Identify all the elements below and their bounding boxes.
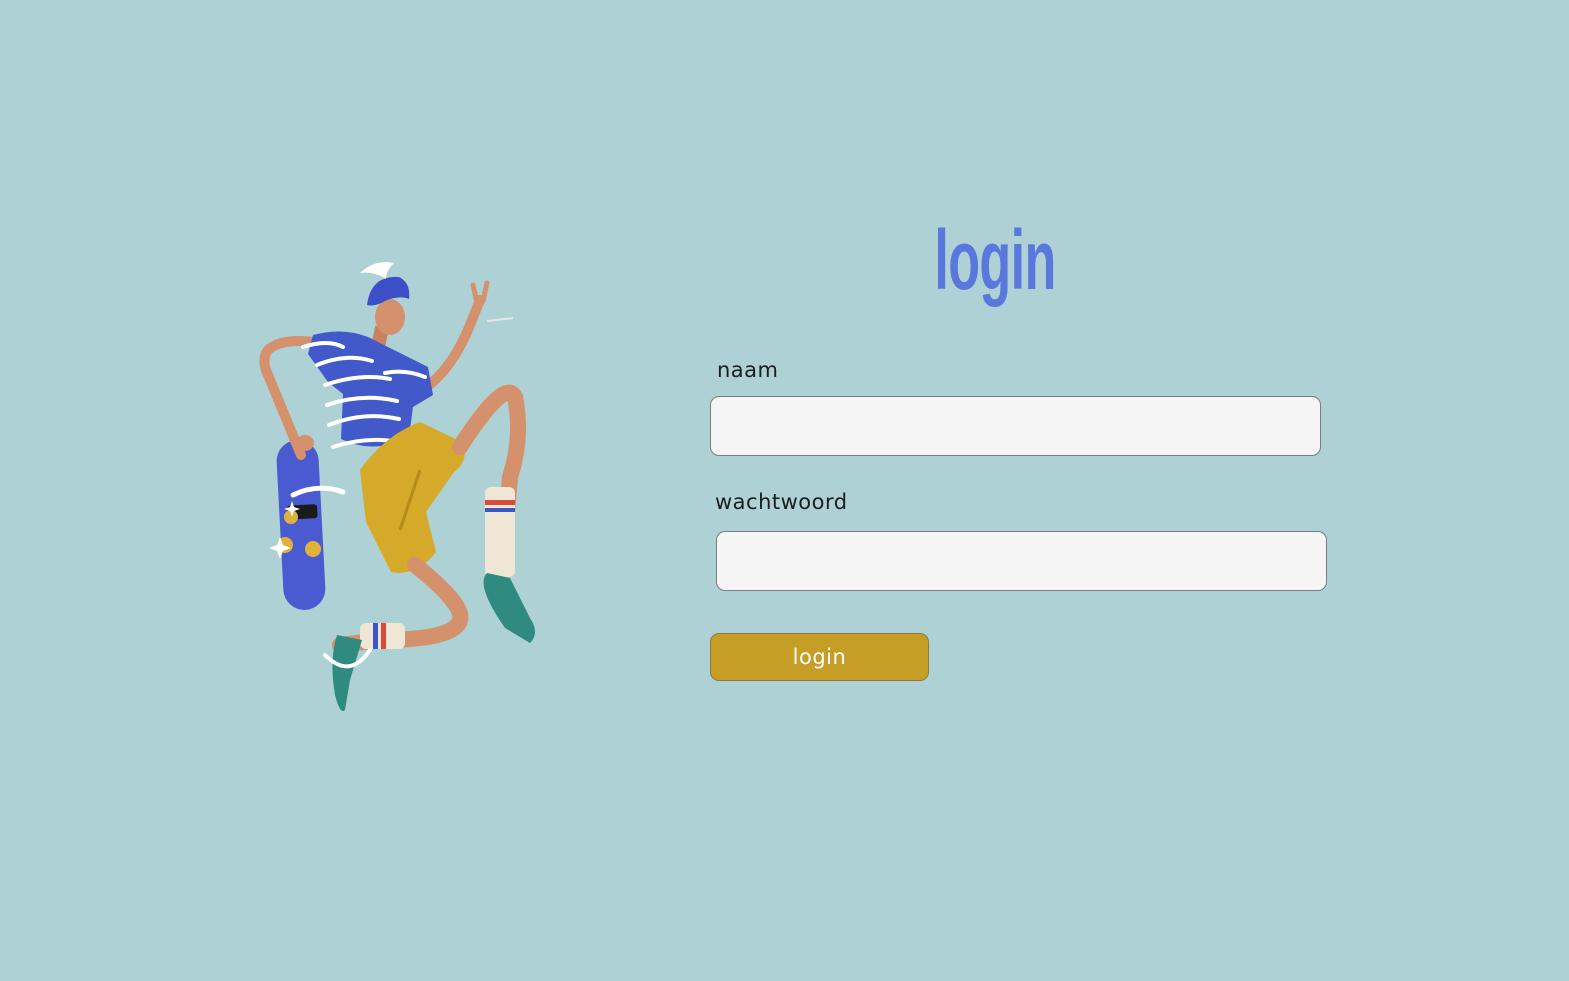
name-input[interactable] <box>710 396 1321 456</box>
skateboard-icon <box>269 440 346 610</box>
name-label: naam <box>717 358 779 382</box>
password-label: wachtwoord <box>715 490 848 514</box>
page-title: login <box>934 213 1056 307</box>
skateboarder-illustration <box>259 262 535 711</box>
login-button[interactable]: login <box>710 633 929 681</box>
password-input[interactable] <box>716 531 1327 591</box>
